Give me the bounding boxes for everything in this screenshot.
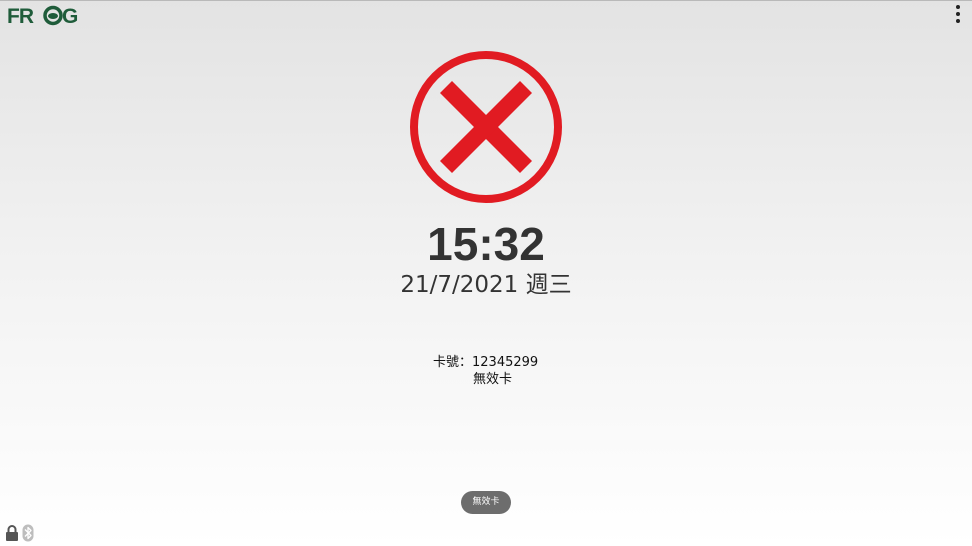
card-number: 卡號：12345299	[433, 355, 539, 370]
clock-date: 21/7/2021 週三	[400, 272, 572, 298]
window-top-edge	[0, 0, 972, 1]
svg-text:FR: FR	[7, 5, 34, 26]
card-status: 無效卡	[473, 372, 513, 387]
overflow-menu-button[interactable]	[952, 5, 964, 23]
toast-message: 無效卡	[461, 491, 511, 514]
clock-time: 15:32	[427, 218, 545, 270]
more-vert-icon-dot	[956, 12, 960, 16]
lock-icon	[6, 525, 18, 541]
svg-text:G: G	[62, 5, 78, 26]
more-vert-icon	[956, 5, 960, 9]
invalid-cross-icon	[410, 51, 562, 203]
more-vert-icon-dot	[956, 19, 960, 23]
frog-logo: FR G	[7, 5, 78, 26]
bluetooth-icon	[22, 524, 34, 542]
